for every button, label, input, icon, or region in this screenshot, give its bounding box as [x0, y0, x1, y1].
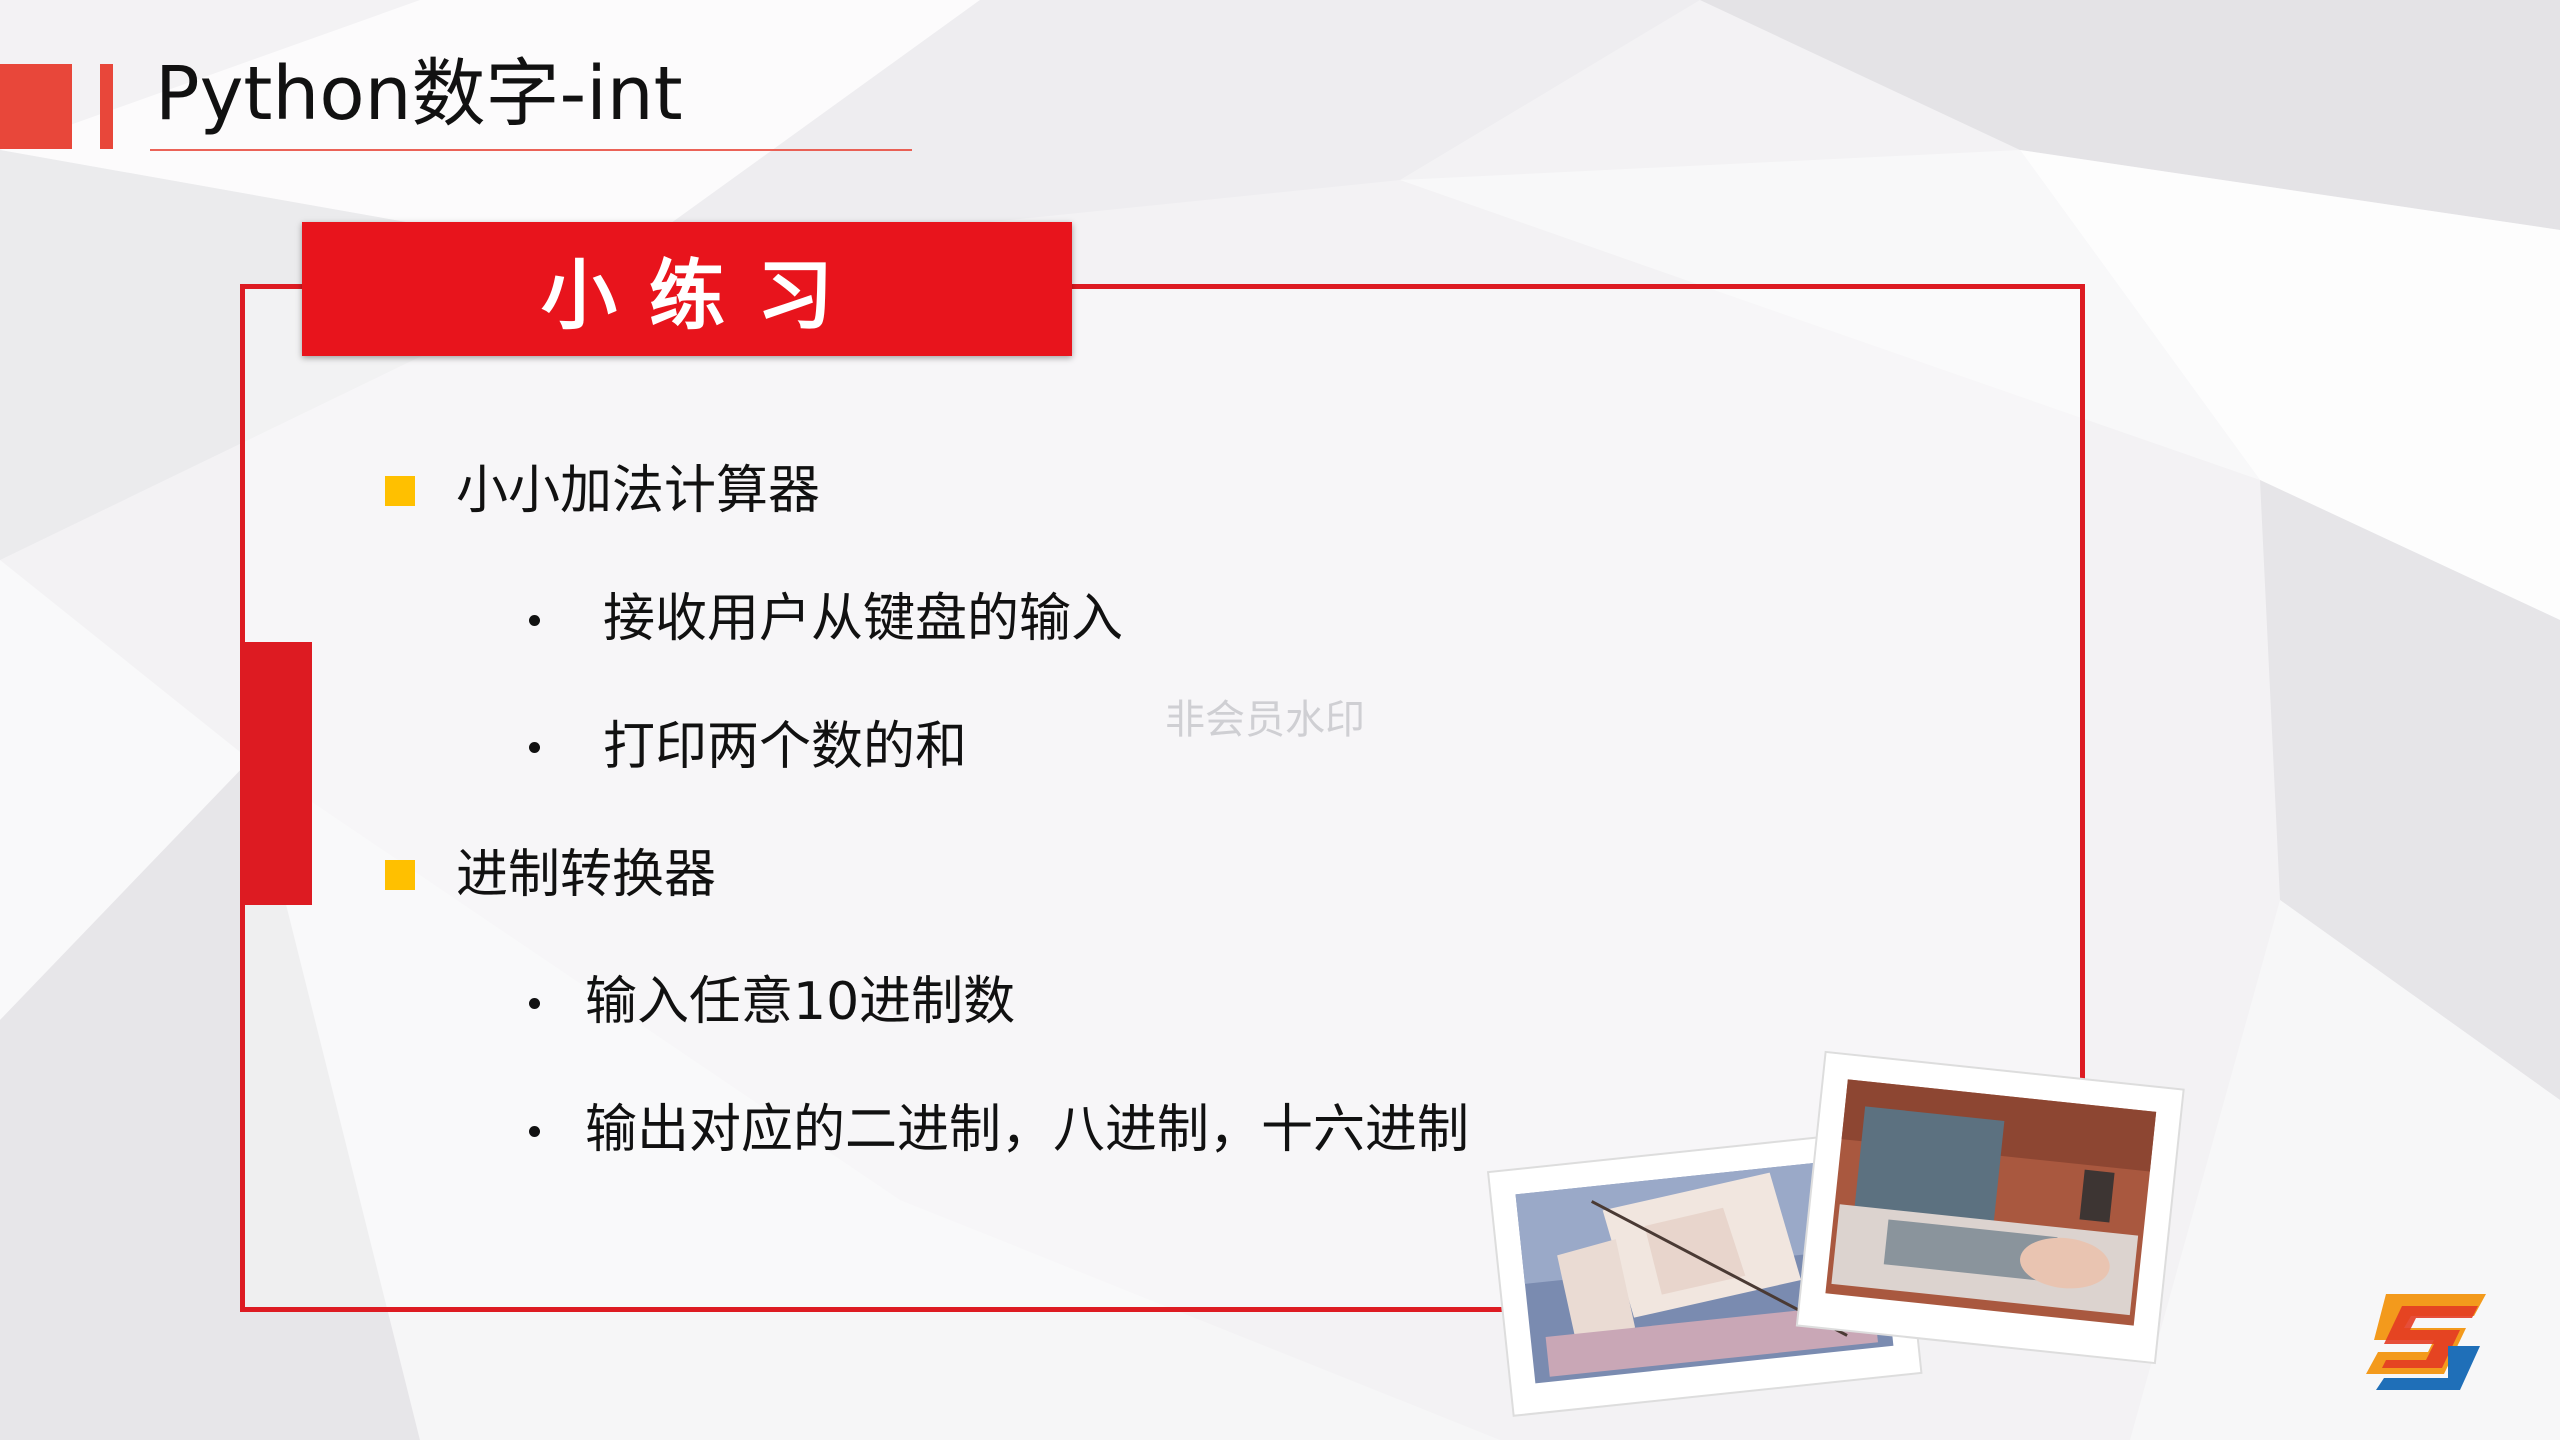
list-item: 打印两个数的和: [603, 717, 968, 777]
list-item: 输出对应的二进制，八进制，十六进制: [585, 1100, 1470, 1160]
header-accent-bar: [100, 64, 113, 149]
section-heading: 小小加法计算器: [456, 461, 821, 521]
header-accent-block: [0, 64, 72, 149]
watermark: 非会员水印: [1165, 697, 1365, 743]
title-underline: [150, 149, 912, 151]
dot-bullet-icon: [529, 998, 540, 1009]
section-heading: 进制转换器: [456, 845, 717, 905]
square-bullet-icon: [385, 476, 415, 506]
list-item: 接收用户从键盘的输入: [603, 589, 1124, 649]
banner-label: 小练习: [541, 251, 865, 340]
section-banner: 小练习: [302, 222, 1072, 356]
dot-bullet-icon: [529, 615, 540, 626]
frame-side-tab: [240, 642, 312, 905]
brand-logo-icon: [2366, 1294, 2486, 1390]
page-title: Python数字-int: [155, 51, 683, 137]
dot-bullet-icon: [529, 1126, 540, 1137]
dot-bullet-icon: [529, 742, 540, 753]
list-item: 输入任意10进制数: [585, 972, 1016, 1032]
square-bullet-icon: [385, 860, 415, 890]
laptop-photo: [1795, 1050, 2185, 1365]
